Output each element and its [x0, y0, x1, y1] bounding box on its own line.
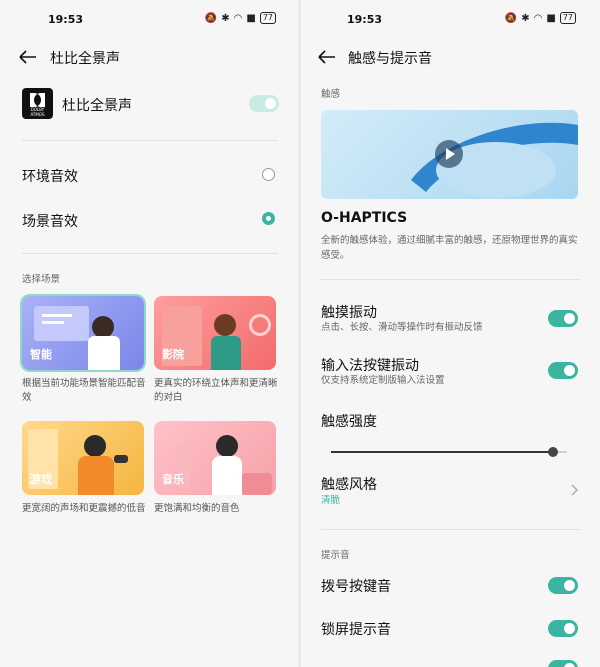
ohaptics-title: O-HAPTICS	[321, 210, 408, 226]
battery-icon: 77	[259, 12, 276, 24]
gamepad-icon	[114, 455, 128, 463]
option-scene-label[interactable]: 场景音效	[22, 211, 78, 231]
dolby-atmos-screen: 19:53 🔕 ✱ ◠ ■ 77 杜比全景声 DOLBY ATMOS 杜比全景声…	[0, 0, 298, 667]
person-illustration	[214, 314, 236, 336]
scene-card-label: 游戏	[30, 473, 52, 486]
scene-card-desc: 更真实的环绕立体声和更清晰的对白	[154, 378, 278, 403]
scene-card-desc: 更饱满和均衡的音色	[154, 503, 240, 514]
lock-sound-toggle[interactable]	[548, 620, 578, 637]
option-ambient-radio[interactable]	[262, 168, 275, 181]
divider	[321, 529, 580, 530]
divider	[22, 253, 278, 254]
mute-icon: 🔕	[504, 12, 518, 24]
nfc-icon: ■	[546, 12, 556, 24]
touch-vibration-desc: 点击、长按、滑动等操作时有振动反馈	[321, 322, 483, 333]
dial-sound-toggle[interactable]	[548, 577, 578, 594]
status-time: 19:53	[48, 13, 84, 26]
ime-vibration-desc: 仅支持系统定制版输入法设置	[321, 375, 445, 386]
ohaptics-video[interactable]	[321, 110, 578, 199]
next-toggle[interactable]	[548, 660, 578, 667]
person-illustration	[84, 435, 106, 457]
scene-card-smart[interactable]: 智能	[22, 296, 144, 370]
dolby-label: 杜比全景声	[62, 98, 132, 114]
bluetooth-icon: ✱	[521, 12, 530, 24]
intensity-slider-track[interactable]	[331, 447, 567, 457]
person-illustration	[92, 316, 114, 338]
lock-sound-label: 锁屏提示音	[321, 622, 391, 638]
page-title: 触感与提示音	[348, 51, 432, 67]
section-label-sounds: 提示音	[321, 550, 350, 561]
intensity-label: 触感强度	[321, 414, 377, 430]
scene-card-label: 智能	[30, 348, 52, 361]
option-ambient-label[interactable]: 环境音效	[22, 166, 78, 186]
scene-card-music[interactable]: 音乐	[154, 421, 276, 495]
ime-vibration-toggle[interactable]	[548, 362, 578, 379]
intensity-slider-thumb[interactable]	[547, 447, 558, 457]
status-icons: 🔕 ✱ ◠ ■ 77	[505, 12, 576, 24]
ohaptics-desc: 全新的触感体验，通过细腻丰富的触感，还原物理世界的真实感受。	[321, 235, 578, 261]
intensity-slider-fill	[331, 451, 553, 453]
dial-sound-label: 拨号按键音	[321, 579, 391, 595]
person-illustration	[216, 435, 238, 457]
style-value: 清脆	[321, 495, 341, 506]
play-icon[interactable]	[435, 140, 463, 168]
battery-icon: 77	[559, 12, 576, 24]
ime-vibration-label: 输入法按键振动	[321, 358, 419, 374]
divider	[22, 140, 278, 141]
scene-card-desc: 更宽阔的声场和更震撼的低音	[22, 503, 146, 514]
page-title: 杜比全景声	[50, 51, 120, 67]
scene-card-label: 影院	[162, 348, 184, 361]
wifi-icon: ◠	[533, 12, 543, 24]
scene-card-label: 音乐	[162, 473, 184, 486]
wifi-icon: ◠	[233, 12, 243, 24]
divider	[321, 279, 580, 280]
status-time: 19:53	[347, 13, 383, 26]
option-scene-radio[interactable]	[262, 212, 275, 225]
scene-card-cinema[interactable]: 影院	[154, 296, 276, 370]
mute-icon: 🔕	[204, 12, 218, 24]
section-label: 选择场景	[22, 274, 61, 285]
nfc-icon: ■	[246, 12, 256, 24]
status-bar: 19:53 🔕 ✱ ◠ ■ 77	[0, 0, 298, 38]
touch-vibration-label: 触摸振动	[321, 305, 377, 321]
style-label[interactable]: 触感风格	[321, 474, 377, 494]
status-icons: 🔕 ✱ ◠ ■ 77	[205, 12, 276, 24]
film-reel-icon	[249, 314, 271, 336]
status-bar: 19:53 🔕 ✱ ◠ ■ 77	[301, 0, 600, 38]
back-arrow-icon[interactable]	[317, 48, 337, 66]
back-arrow-icon[interactable]	[18, 48, 38, 66]
haptics-sounds-screen: 19:53 🔕 ✱ ◠ ■ 77 触感与提示音 触感 O-HAPTICS 全新的…	[301, 0, 600, 667]
touch-vibration-toggle[interactable]	[548, 310, 578, 327]
bluetooth-icon: ✱	[221, 12, 230, 24]
section-label-haptics: 触感	[321, 89, 341, 100]
dolby-toggle[interactable]	[249, 95, 279, 112]
dolby-logo-icon: DOLBY ATMOS	[22, 88, 53, 119]
scene-card-desc: 根据当前功能场景智能匹配音效	[22, 378, 146, 403]
chevron-right-icon[interactable]	[570, 484, 578, 496]
scene-card-game[interactable]: 游戏	[22, 421, 144, 495]
